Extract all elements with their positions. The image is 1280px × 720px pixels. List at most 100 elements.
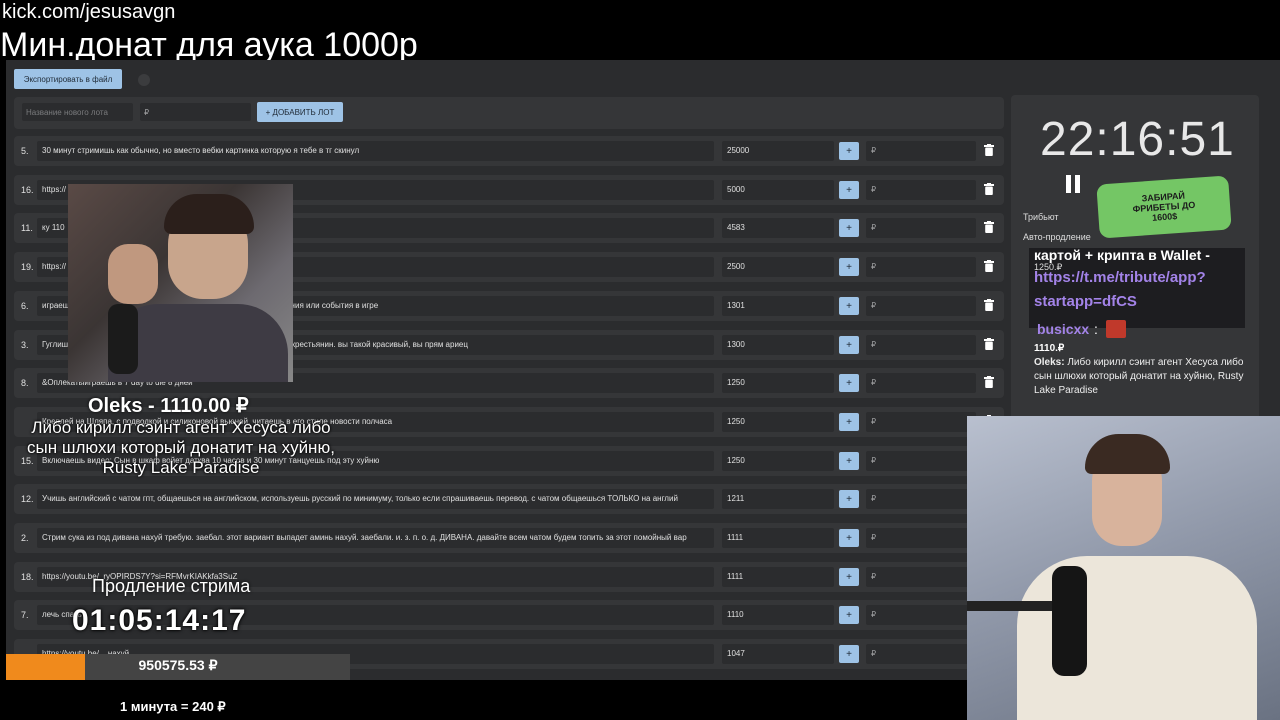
donation-alert-text: Либо кирилл сэинт агент Хесуса либо сын … [27,418,335,477]
donation-message: Oleks: Либо кирилл сэинт агент Хесуса ли… [1034,356,1249,398]
lot-name-input[interactable]: Стрим сука из под дивана нахуй требую. з… [37,528,714,548]
lot-amount-input[interactable]: 5000 [722,180,834,200]
add-amount-button[interactable]: + [839,258,859,276]
microphone [1052,566,1087,676]
lot-amount-input[interactable]: 1300 [722,335,834,355]
lot-amount-input[interactable]: 1047 [722,644,834,664]
lot-number: 3. [21,340,29,350]
donation-author: Oleks: [1034,357,1065,368]
rate-label: 1 минута = 240 ₽ [120,699,226,714]
auto-extend-label: Авто-продление [1023,232,1091,242]
lot-name-input[interactable]: 30 минут стримишь как обычно, но вместо … [37,141,714,161]
add-amount-button[interactable]: + [839,568,859,586]
theme-toggle[interactable] [138,74,150,86]
chat-overlay-line: картой + крипта в Wallet - [1034,247,1210,263]
lot-add-input[interactable]: ₽ [866,412,976,432]
lot-amount-input[interactable]: 1211 [722,489,834,509]
lot-add-input[interactable]: ₽ [866,296,976,316]
add-amount-button[interactable]: + [839,606,859,624]
tribute-link-part2[interactable]: startapp=dfCS [1034,293,1137,310]
add-amount-button[interactable]: + [839,452,859,470]
lot-amount-input[interactable]: 1301 [722,296,834,316]
new-lot-price-input[interactable]: ₽ [140,103,251,121]
lot-add-input[interactable]: ₽ [866,180,976,200]
trash-icon[interactable] [984,260,994,272]
stream-url: kick.com/jesusavgn [2,1,176,23]
add-amount-button[interactable]: + [839,297,859,315]
lot-number: 6. [21,301,29,311]
lot-add-input[interactable]: ₽ [866,489,976,509]
auction-timer: 22:16:51 [1040,113,1235,166]
lot-amount-input[interactable]: 1110 [722,605,834,625]
donation-alert-name: Oleks - 1110.00 ₽ [88,395,249,417]
promo-text: ЗАБИРАЙ ФРИБЕТЫ ДО 1600$ [1132,190,1196,223]
donation-amount: 1110.₽ [1034,343,1065,354]
add-amount-button[interactable]: + [839,645,859,663]
tribute-link-part1[interactable]: https://t.me/tribute/app? [1034,269,1206,286]
donor-avatar [1106,320,1126,338]
trash-icon[interactable] [984,299,994,311]
lot-number: 8. [21,378,29,388]
extension-timer: 01:05:14:17 [72,604,247,637]
add-amount-button[interactable]: + [839,374,859,392]
extension-label: Продление стрима [92,576,251,596]
add-amount-button[interactable]: + [839,336,859,354]
lot-amount-input[interactable]: 1250 [722,373,834,393]
lot-amount-input[interactable]: 25000 [722,141,834,161]
promo-badge: ЗАБИРАЙ ФРИБЕТЫ ДО 1600$ [1096,175,1232,239]
streamer-hand [108,244,158,304]
lot-amount-input[interactable]: 1250 [722,412,834,432]
lot-name-input[interactable]: Учишь английский с чатом гпт, общаешься … [37,489,714,509]
add-amount-button[interactable]: + [839,413,859,431]
lot-amount-input[interactable]: 1111 [722,567,834,587]
lot-number: 7. [21,610,29,620]
lot-add-input[interactable]: ₽ [866,218,976,238]
lot-number: 12. [21,494,34,504]
lot-amount-input[interactable]: 1250 [722,451,834,471]
trash-icon[interactable] [984,376,994,388]
lot-add-input[interactable]: ₽ [866,335,976,355]
lot-row: 5. 30 минут стримишь как обычно, но вмест… [14,136,1004,166]
lot-number: 5. [21,146,29,156]
lot-add-input[interactable]: ₽ [866,451,976,471]
streamer-hair [1085,434,1170,474]
microphone [108,304,138,374]
donor-colon: : [1094,321,1098,337]
add-amount-button[interactable]: + [839,529,859,547]
lot-number: 19. [21,262,34,272]
tribute-label: Трибьют [1023,212,1059,222]
trash-icon[interactable] [984,183,994,195]
lot-add-input[interactable]: ₽ [866,373,976,393]
lot-number: 16. [21,185,34,195]
add-amount-button[interactable]: + [839,181,859,199]
trash-icon[interactable] [984,144,994,156]
lot-row: 2. Стрим сука из под дивана нахуй требую.… [14,523,1004,553]
add-amount-button[interactable]: + [839,219,859,237]
webcam-right [967,416,1280,720]
progress-value: 950575.53 ₽ [138,657,218,673]
lot-amount-input[interactable]: 2500 [722,257,834,277]
lot-amount-input[interactable]: 1111 [722,528,834,548]
add-amount-button[interactable]: + [839,142,859,160]
trash-icon[interactable] [984,338,994,350]
lot-add-input[interactable]: ₽ [866,605,976,625]
streamer-hair [164,194,254,234]
lot-number: 2. [21,533,29,543]
lot-add-input[interactable]: ₽ [866,257,976,277]
trash-icon[interactable] [984,221,994,233]
lot-add-input[interactable]: ₽ [866,644,976,664]
donation-message-text: Либо кирилл сэинт агент Хесуса либо сын … [1034,357,1244,396]
pause-icon[interactable] [1066,175,1080,193]
lot-number: 11. [21,223,33,233]
lot-amount-input[interactable]: 4583 [722,218,834,238]
lot-add-input[interactable]: ₽ [866,141,976,161]
lot-add-input[interactable]: ₽ [866,567,976,587]
new-lot-name-input[interactable]: Название нового лота [22,103,133,121]
lot-number: 18. [21,572,34,582]
donor-name: busicxx [1037,321,1090,337]
add-amount-button[interactable]: + [839,490,859,508]
lot-row: 12. Учишь английский с чатом гпт, общаешь… [14,484,1004,514]
export-button[interactable]: Экспортировать в файл [14,69,122,89]
add-lot-button[interactable]: + ДОБАВИТЬ ЛОТ [257,102,343,122]
lot-add-input[interactable]: ₽ [866,528,976,548]
